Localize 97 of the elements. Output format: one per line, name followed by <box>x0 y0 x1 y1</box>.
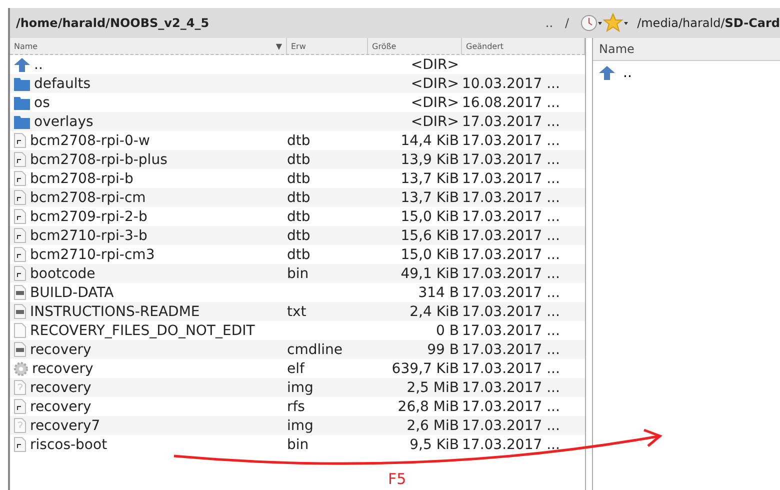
path-label: /media/harald/SD-Card <box>637 16 780 30</box>
file-date: 17.03.2017 ... <box>462 228 561 244</box>
file-size: 2,5 MiB <box>406 380 460 396</box>
file-name[interactable]: bcm2708-rpi-cm <box>30 190 146 206</box>
folder-icon <box>14 96 30 110</box>
file-name[interactable]: overlays <box>34 114 94 130</box>
file-date: 17.03.2017 ... <box>462 266 561 282</box>
column-header[interactable]: Name ▼ <box>10 38 287 54</box>
file-name[interactable]: bcm2710-rpi-cm3 <box>30 246 155 262</box>
file-name[interactable]: RECOVERY_FILES_DO_NOT_EDIT <box>30 322 255 338</box>
file-extension: dtb <box>287 246 312 262</box>
file-size: <DIR> <box>410 56 460 72</box>
column-header[interactable]: Geändert <box>462 38 585 54</box>
path-label: /home/harald/NOOBS_v2_4_5 <box>15 16 210 30</box>
column-header[interactable]: Name <box>593 38 780 61</box>
file-date: 17.03.2017 ... <box>462 380 561 396</box>
file-size: 2,6 MiB <box>406 418 460 434</box>
file-date: 17.03.2017 ... <box>462 360 561 376</box>
file-size: 99 B <box>426 342 460 358</box>
column-header[interactable]: Größe <box>368 38 462 54</box>
file-name[interactable]: recovery7 <box>30 418 100 434</box>
file-extension: rfs <box>287 398 306 414</box>
file-extension: dtb <box>287 132 312 148</box>
up-arrow-icon <box>14 58 30 72</box>
file-size: 13,7 KiB <box>400 170 460 186</box>
folder-icon <box>14 114 30 128</box>
file-name[interactable]: recovery <box>32 360 94 376</box>
annotation-label: F5 <box>388 470 406 488</box>
file-name[interactable]: bcm2708-rpi-b <box>30 170 134 186</box>
folder-icon <box>14 76 30 90</box>
file-name[interactable]: INSTRUCTIONS-README <box>30 304 200 320</box>
file-date: 17.03.2017 ... <box>462 304 561 320</box>
file-date: 17.03.2017 ... <box>462 208 561 224</box>
file-size: 13,7 KiB <box>400 190 460 206</box>
file-name[interactable]: recovery <box>30 342 92 358</box>
file-extension: dtb <box>287 152 312 168</box>
star-icon[interactable] <box>603 13 630 33</box>
file-name[interactable]: .. <box>623 65 632 81</box>
file-name[interactable]: defaults <box>34 76 91 92</box>
file-extension: dtb <box>287 228 312 244</box>
file-date: 17.03.2017 ... <box>462 418 561 434</box>
file-extension: dtb <box>287 170 312 186</box>
file-name[interactable]: BUILD-DATA <box>30 284 114 300</box>
file-name[interactable]: bcm2710-rpi-3-b <box>30 228 148 244</box>
file-name[interactable]: recovery <box>30 398 92 414</box>
file-name[interactable]: os <box>34 94 50 110</box>
file-date: 17.03.2017 ... <box>462 436 561 452</box>
file-date: 17.03.2017 ... <box>462 246 561 262</box>
file-name[interactable]: recovery <box>30 380 92 396</box>
nav-link[interactable]: .. <box>545 16 554 30</box>
file-date: 17.03.2017 ... <box>462 152 561 168</box>
file-extension: img <box>287 380 314 396</box>
file-date: 17.03.2017 ... <box>462 398 561 414</box>
clock-icon[interactable] <box>581 14 604 32</box>
nav-link[interactable]: / <box>565 16 570 30</box>
file-date: 17.03.2017 ... <box>462 114 561 130</box>
file-date: 17.03.2017 ... <box>462 322 561 338</box>
up-arrow-icon <box>599 66 615 80</box>
file-name[interactable]: bcm2708-rpi-b-plus <box>30 152 168 168</box>
file-size: 9,5 KiB <box>408 436 460 452</box>
file-extension: dtb <box>287 190 312 206</box>
file-date: 10.03.2017 ... <box>462 76 561 92</box>
column-header[interactable]: Erw <box>287 38 368 54</box>
file-size: 13,9 KiB <box>400 152 460 168</box>
file-name[interactable]: .. <box>34 56 43 72</box>
file-date: 17.03.2017 ... <box>462 132 561 148</box>
file-date: 17.03.2017 ... <box>462 342 561 358</box>
file-name[interactable]: bcm2709-rpi-2-b <box>30 208 148 224</box>
file-size: 639,7 KiB <box>390 360 460 376</box>
file-extension: bin <box>287 266 310 282</box>
file-date: 17.03.2017 ... <box>462 284 561 300</box>
file-size: 14,4 KiB <box>400 132 460 148</box>
file-size: 314 B <box>417 284 460 300</box>
file-extension: txt <box>287 304 308 320</box>
sort-indicator: ▼ <box>276 42 282 50</box>
file-name[interactable]: riscos-boot <box>30 436 108 452</box>
file-size: 49,1 KiB <box>400 266 460 282</box>
file-date: 16.08.2017 ... <box>462 94 561 110</box>
file-size: 0 B <box>435 322 460 338</box>
file-size: <DIR> <box>410 114 460 130</box>
file-name[interactable]: bcm2708-rpi-0-w <box>30 132 150 148</box>
file-extension: cmdline <box>287 342 344 358</box>
file-date: 17.03.2017 ... <box>462 190 561 206</box>
file-size: <DIR> <box>410 94 460 110</box>
file-size: 26,8 MiB <box>396 398 460 414</box>
file-size: <DIR> <box>410 76 460 92</box>
file-extension: elf <box>287 360 306 376</box>
file-date: 17.03.2017 ... <box>462 170 561 186</box>
file-size: 2,4 KiB <box>408 304 460 320</box>
file-size: 15,0 KiB <box>400 208 460 224</box>
gear-icon <box>14 362 28 376</box>
file-name[interactable]: bootcode <box>30 266 96 282</box>
file-extension: img <box>287 418 314 434</box>
file-extension: bin <box>287 436 310 452</box>
file-size: 15,0 KiB <box>400 246 460 262</box>
file-extension: dtb <box>287 208 312 224</box>
file-size: 15,6 KiB <box>400 228 460 244</box>
